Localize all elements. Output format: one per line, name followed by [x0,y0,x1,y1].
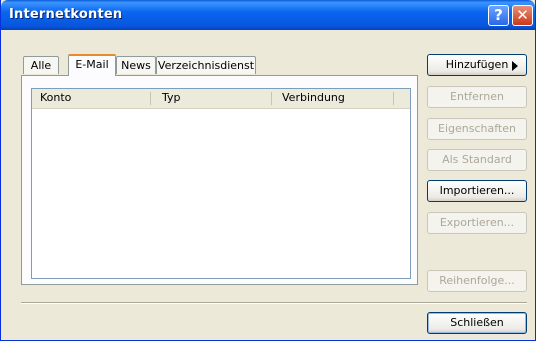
column-header-type[interactable]: Typ [154,89,272,108]
close-icon[interactable]: ✕ [512,5,533,26]
title-bar[interactable]: Internetkonten ? ✕ [1,0,535,30]
tab-email[interactable]: E-Mail [68,54,116,76]
window-title: Internetkonten [9,7,123,22]
column-divider[interactable] [150,92,151,105]
set-default-button[interactable]: Als Standard [427,149,527,171]
divider [21,302,527,304]
internet-accounts-dialog: Internetkonten ? ✕ Alle E-Mail News Verz… [0,0,536,341]
accounts-list[interactable]: Konto Typ Verbindung [31,88,411,279]
properties-button[interactable]: Eigenschaften [427,118,527,140]
tab-directory-service[interactable]: Verzeichnisdienst [156,56,256,74]
remove-button[interactable]: Entfernen [427,86,527,108]
import-button[interactable]: Importieren... [427,180,527,202]
column-header-connection[interactable]: Verbindung [274,89,394,108]
column-divider[interactable] [271,92,272,105]
tab-all[interactable]: Alle [23,56,59,74]
help-icon[interactable]: ? [488,5,509,26]
chevron-right-icon [512,61,518,71]
column-divider[interactable] [393,92,394,105]
order-button[interactable]: Reihenfolge... [427,270,527,292]
close-button[interactable]: Schließen [427,312,527,334]
column-header-account[interactable]: Konto [32,89,152,108]
export-button[interactable]: Exportieren... [427,212,527,234]
add-button-label: Hinzufügen [445,58,509,71]
list-header: Konto Typ Verbindung [32,89,410,109]
tab-news[interactable]: News [116,56,156,74]
add-button[interactable]: Hinzufügen [427,54,527,76]
